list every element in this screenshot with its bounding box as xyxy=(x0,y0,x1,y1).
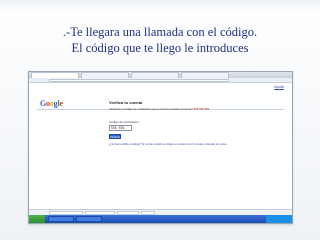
status-item[interactable] xyxy=(49,210,83,215)
phone-number: 555 555 555 xyxy=(193,107,210,111)
logo-letter: e xyxy=(59,99,64,108)
address-bar[interactable] xyxy=(49,79,229,82)
os-taskbar xyxy=(29,215,292,223)
verification-title: Verifica tu cuenta xyxy=(109,100,143,105)
system-tray xyxy=(266,215,292,223)
google-logo: Google xyxy=(40,99,63,108)
verify-button[interactable]: Verificar xyxy=(109,134,121,139)
slide-top-band xyxy=(0,0,320,12)
instruction-text: Introduce el código de verificación que … xyxy=(109,107,194,111)
start-button[interactable] xyxy=(29,215,45,223)
verification-panel: Verifica tu cuenta Introduce el código d… xyxy=(109,100,286,172)
caption-line-1: .-Te llegara una llamada con el código. xyxy=(62,25,258,39)
browser-toolbar xyxy=(29,78,292,83)
code-field-label: Código de verificación: xyxy=(109,120,140,124)
status-item[interactable] xyxy=(141,210,155,215)
caption-line-2: El código que te llego le introduces xyxy=(71,41,249,55)
verification-instructions: Introduce el código de verificación que … xyxy=(109,107,259,112)
taskbar-app[interactable] xyxy=(48,216,74,222)
browser-screenshot: Ayuda Google Verifica tu cuenta Introduc… xyxy=(28,71,293,224)
help-link[interactable]: Ayuda xyxy=(274,85,284,89)
status-item[interactable] xyxy=(117,210,139,215)
verification-code-input[interactable]: 555 555 xyxy=(109,125,132,131)
status-item[interactable] xyxy=(85,210,115,215)
resend-help-text: ¿No has recibido el código? Si no has re… xyxy=(109,143,228,146)
taskbar-app[interactable] xyxy=(76,216,102,222)
